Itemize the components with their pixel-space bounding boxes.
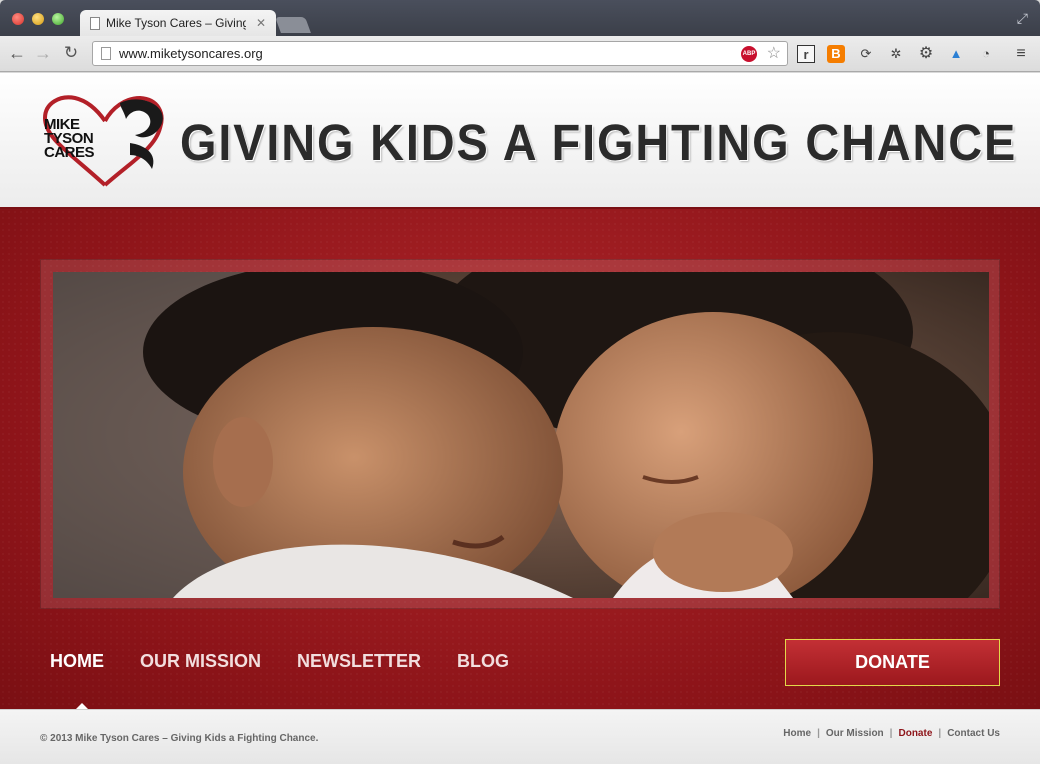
- hero-photo: [53, 272, 989, 598]
- site-logo[interactable]: MIKE TYSON CARES: [40, 93, 170, 193]
- forward-arrow-icon[interactable]: →: [32, 42, 54, 64]
- footer-link-contact-us[interactable]: Contact Us: [947, 728, 1000, 739]
- minimize-window-button[interactable]: [32, 13, 44, 25]
- nav-newsletter-link[interactable]: NEWSLETTER: [297, 651, 421, 672]
- logo-text: MIKE TYSON CARES: [44, 116, 95, 161]
- blogger-extension-icon[interactable]: B: [827, 45, 845, 63]
- nav-home-link[interactable]: HOME: [50, 651, 104, 672]
- page-icon: [90, 17, 100, 30]
- web-page: MIKE TYSON CARES GIVING KIDS A FIGHTING …: [0, 73, 1040, 764]
- maximize-window-button[interactable]: [52, 13, 64, 25]
- gear-extension-icon[interactable]: ⚙: [917, 45, 935, 63]
- new-tab-button[interactable]: [275, 17, 311, 33]
- footer-separator: |: [889, 728, 893, 739]
- close-window-button[interactable]: [12, 13, 24, 25]
- browser-tab[interactable]: Mike Tyson Cares – Giving ✕: [80, 10, 276, 36]
- notification-extension-icon[interactable]: ◔: [977, 45, 995, 63]
- readability-extension-icon[interactable]: r: [797, 45, 815, 63]
- children-photo-image: [53, 272, 989, 598]
- site-tagline: GIVING KIDS A FIGHTING CHANCE: [180, 114, 1018, 171]
- reload-icon[interactable]: ↻: [60, 42, 82, 64]
- tab-close-icon[interactable]: ✕: [256, 10, 266, 36]
- address-bar[interactable]: www.miketysoncares.org ABP ☆: [92, 41, 788, 66]
- url-text: www.miketysoncares.org: [119, 46, 263, 61]
- footer-separator: |: [938, 728, 942, 739]
- photo-frame: [40, 259, 1000, 609]
- adblock-icon[interactable]: ABP: [741, 46, 757, 62]
- tab-title: Mike Tyson Cares – Giving: [106, 16, 246, 30]
- footer-link-home[interactable]: Home: [783, 728, 811, 739]
- browser-window: Mike Tyson Cares – Giving ✕ ⤢ ← → ↻ www.…: [0, 0, 1040, 764]
- nav-our-mission-link[interactable]: OUR MISSION: [140, 651, 261, 672]
- site-header: MIKE TYSON CARES GIVING KIDS A FIGHTING …: [0, 73, 1040, 207]
- footer-link-our-mission[interactable]: Our Mission: [826, 728, 884, 739]
- fullscreen-icon[interactable]: ⤢: [1017, 10, 1028, 27]
- page-icon: [101, 47, 111, 60]
- browser-toolbar: ← → ↻ www.miketysoncares.org ABP ☆ r B ⟳…: [0, 36, 1040, 72]
- donate-button[interactable]: DONATE: [785, 639, 1000, 686]
- copyright-text: © 2013 Mike Tyson Cares – Giving Kids a …: [40, 733, 319, 744]
- navigation-extension-icon[interactable]: ▲: [947, 45, 965, 63]
- back-arrow-icon[interactable]: ←: [6, 42, 28, 64]
- footer-separator: |: [817, 728, 820, 739]
- sync-extension-icon[interactable]: ⟳: [857, 45, 875, 63]
- footer-link-donate[interactable]: Donate: [898, 728, 932, 739]
- hero-section: HOME OUR MISSION NEWSLETTER BLOG DONATE: [0, 207, 1040, 711]
- bug-extension-icon[interactable]: ✲: [887, 45, 905, 63]
- browser-menu-icon[interactable]: ≡: [1012, 45, 1030, 63]
- footer-links: Home | Our Mission | Donate | Contact Us: [783, 728, 1000, 739]
- tab-strip: Mike Tyson Cares – Giving ✕ ⤢: [0, 0, 1040, 36]
- bookmark-star-icon[interactable]: ☆: [767, 42, 781, 65]
- nav-blog-link[interactable]: BLOG: [457, 651, 509, 672]
- site-footer: © 2013 Mike Tyson Cares – Giving Kids a …: [0, 709, 1040, 764]
